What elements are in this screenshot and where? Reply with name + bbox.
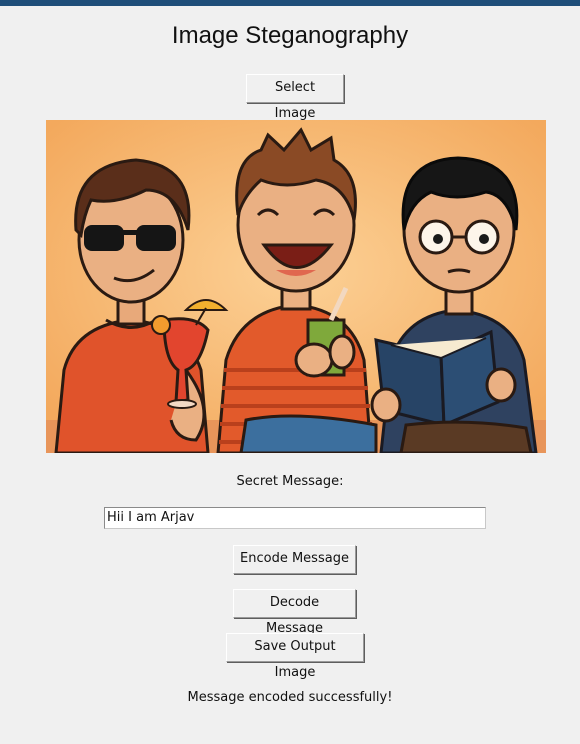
titlebar-strip (0, 0, 580, 6)
decode-message-button[interactable]: Decode Message (233, 589, 356, 636)
encode-message-button[interactable]: Encode Message (233, 545, 356, 574)
app-window: Image Steganography Select Image Secret … (0, 0, 580, 744)
image-preview (46, 120, 546, 453)
secret-message-label: Secret Message: (236, 474, 344, 489)
cartoon-image (46, 120, 546, 453)
status-message: Message encoded successfully! (187, 690, 393, 705)
select-image-button[interactable]: Select Image (246, 74, 344, 121)
app-title: Image Steganography (171, 22, 409, 49)
secret-message-input[interactable]: Hii I am Arjav (104, 507, 486, 529)
save-output-image-button[interactable]: Save Output Image (226, 633, 364, 680)
